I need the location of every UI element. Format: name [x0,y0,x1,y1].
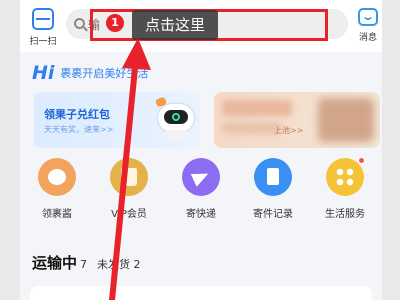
slogan: Hi 裹裹开启美好生活 [32,62,149,84]
scan-label: 扫一扫 [29,37,57,47]
screen: 扫一扫 输 消息 Hi 裹裹开启美好生活 领果子兑红包 天天有奖，速来>> 上池… [0,0,400,300]
blurred-promo-text [222,100,292,116]
tab-not-shipped[interactable]: 未发货 2 [97,258,141,271]
tab-in-transit-count: 7 [80,258,88,271]
service-send-express[interactable]: 寄快递 [166,158,236,220]
service-label: VIP会员 [111,209,147,220]
crown-icon [110,158,148,196]
blurred-promo-subtext [222,122,282,134]
service-lingguojiang[interactable]: 领裹酱 [22,158,92,220]
smile-bag-icon [38,158,76,196]
notification-dot [358,157,365,164]
messages-button[interactable]: 消息 [356,8,380,43]
app-screen: 扫一扫 输 消息 Hi 裹裹开启美好生活 领果子兑红包 天天有奖，速来>> 上池… [20,0,382,300]
message-icon [358,8,378,26]
tab-in-transit-label: 运输中 [32,254,78,272]
tab-in-transit[interactable]: 运输中 7 [32,254,87,272]
grid-dots-icon [326,157,365,196]
service-vip[interactable]: VIP会员 [94,158,164,220]
slogan-hi: Hi [32,62,55,84]
clipboard-icon [254,158,292,196]
service-label: 生活服务 [325,209,365,220]
promo-banner-subtitle: 上池>> [274,126,304,135]
service-label: 领裹酱 [42,209,72,220]
robot-mascot-icon [154,96,198,142]
scan-button[interactable]: 扫一扫 [26,8,60,48]
slogan-text: 裹裹开启美好生活 [60,67,149,80]
messages-label: 消息 [358,33,377,43]
tab-not-shipped-count: 2 [133,258,141,271]
services-grid: 领裹酱 VIP会员 寄快递 寄件记录 生活服务 [20,157,382,228]
service-send-records[interactable]: 寄件记录 [238,158,308,220]
service-label: 寄快递 [186,209,216,220]
search-icon [74,18,85,29]
fruit-redpacket-banner[interactable]: 领果子兑红包 天天有奖，速来>> [34,92,200,148]
blurred-promo-image [318,98,374,142]
paper-plane-icon [182,158,220,196]
step-badge: 1 [106,14,124,32]
promo-banner[interactable]: 上池>> [214,92,380,148]
banner-subtitle: 天天有奖，速来>> [44,125,114,134]
package-card[interactable] [30,286,372,300]
package-status-tabs: 运输中 7 未发货 2 [32,252,141,276]
scan-icon [32,8,54,30]
service-label: 寄件记录 [253,209,293,220]
banner-title: 领果子兑红包 [44,108,110,121]
tab-not-shipped-label: 未发货 [97,258,131,271]
click-here-tooltip: 点击这里 [132,10,218,40]
service-life[interactable]: 生活服务 [310,157,380,220]
